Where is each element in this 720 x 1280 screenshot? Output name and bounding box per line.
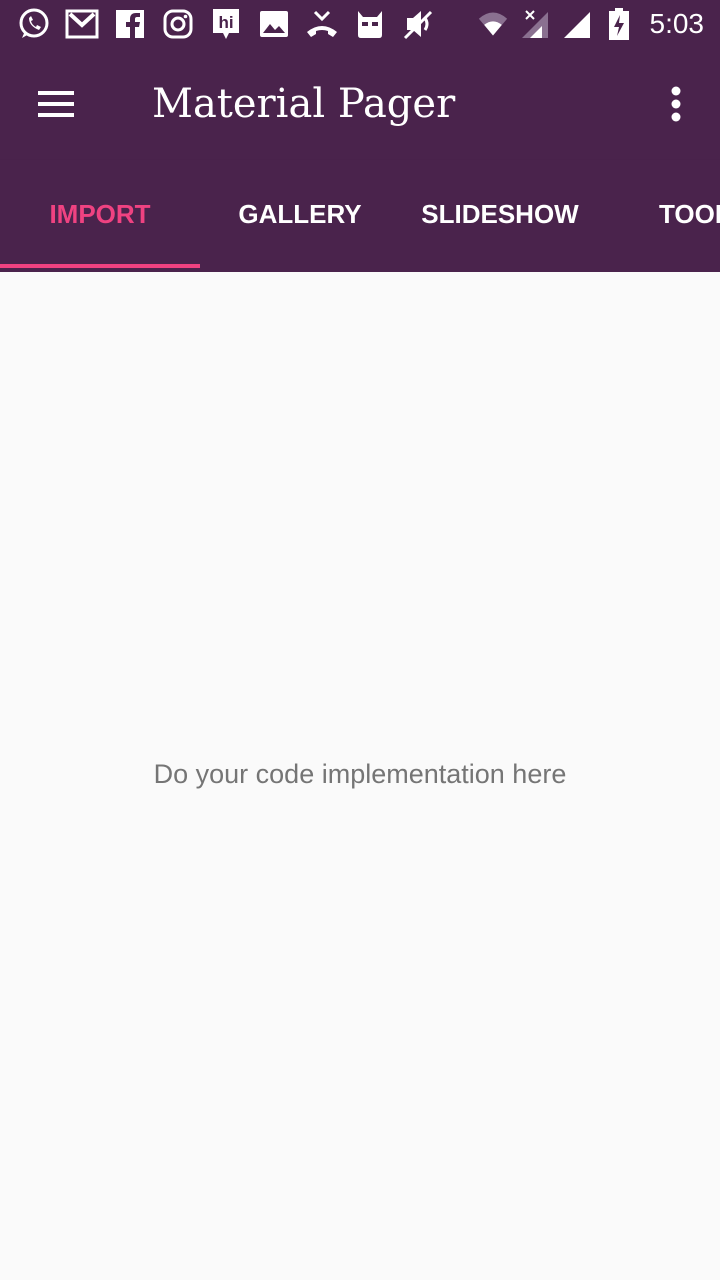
- tab-gallery[interactable]: GALLERY: [200, 160, 400, 268]
- screen: hi 5:03 Material Pager IMPORT GALLERY SL…: [0, 0, 720, 1280]
- tab-tools[interactable]: TOOLS: [659, 160, 720, 268]
- signal-no-data-icon: [520, 6, 550, 42]
- hike-icon: hi: [208, 6, 244, 42]
- hamburger-menu-icon: [38, 91, 74, 117]
- status-bar: hi 5:03: [0, 0, 720, 48]
- tab-slideshow[interactable]: SLIDESHOW: [400, 160, 600, 268]
- status-time: 5:03: [649, 8, 705, 39]
- facebook-icon: [112, 6, 148, 42]
- page-content: Do your code implementation here: [0, 272, 720, 1280]
- system-status-icons: 5:03: [478, 6, 705, 42]
- notification-icons: hi: [16, 6, 436, 42]
- navigation-menu-button[interactable]: [24, 72, 88, 136]
- cyanogen-icon: [352, 6, 388, 42]
- app-title: Material Pager: [152, 81, 456, 127]
- whatsapp-icon: [16, 6, 52, 42]
- wifi-icon: [478, 6, 508, 42]
- tab-import[interactable]: IMPORT: [0, 160, 200, 268]
- battery-charging-icon: [604, 6, 634, 42]
- tab-bar: IMPORT GALLERY SLIDESHOW TOOLS: [0, 160, 720, 272]
- placeholder-message: Do your code implementation here: [153, 759, 567, 789]
- more-vert-icon: [671, 86, 681, 122]
- mute-icon: [400, 6, 436, 42]
- instagram-icon: [160, 6, 196, 42]
- signal-icon: [562, 6, 592, 42]
- svg-text:hi: hi: [218, 13, 233, 32]
- missed-call-icon: [304, 6, 340, 42]
- overflow-menu-button[interactable]: [652, 72, 700, 136]
- app-toolbar: Material Pager: [0, 48, 720, 160]
- gmail-icon: [64, 6, 100, 42]
- gallery-icon: [256, 6, 292, 42]
- tab-selection-indicator: [0, 264, 200, 268]
